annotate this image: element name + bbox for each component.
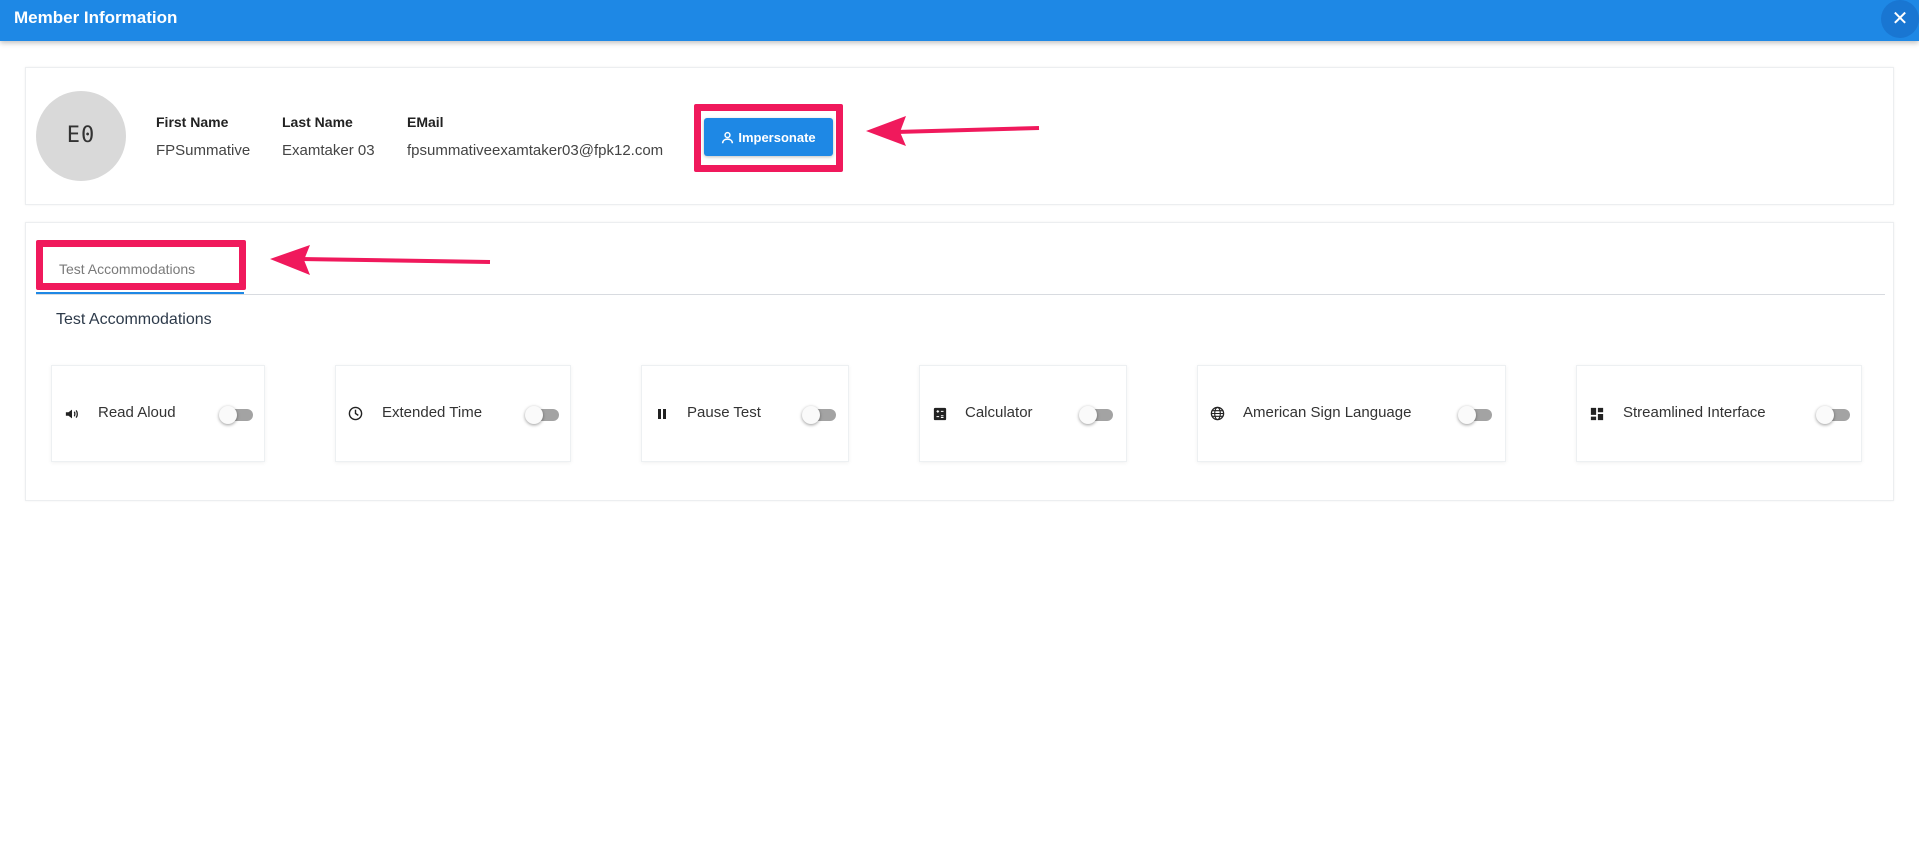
avatar: E0 (36, 91, 126, 181)
arrow-annotation (270, 245, 491, 275)
accommodation-label: Streamlined Interface (1623, 404, 1766, 421)
toggle-knob (802, 406, 820, 424)
toggle-knob (1458, 406, 1476, 424)
impersonate-button[interactable]: Impersonate (704, 118, 833, 156)
title-bar: Member Information ✕ (0, 0, 1919, 41)
tab-divider (36, 294, 1885, 295)
impersonate-label: Impersonate (738, 129, 816, 145)
accommodation-label: Extended Time (382, 404, 483, 421)
accommodation-card-pause-test: Pause Test (641, 365, 849, 462)
accommodations-title: Test Accommodations (56, 311, 212, 328)
accommodation-label: Calculator (965, 404, 1033, 421)
pause-test-toggle[interactable] (802, 406, 836, 424)
read-aloud-toggle[interactable] (219, 406, 253, 424)
pause-icon (653, 405, 670, 422)
accommodation-card-calculator: Calculator (919, 365, 1127, 462)
last-name-field: Last Name Examtaker 03 (282, 114, 375, 159)
accommodation-card-extended-time: Extended Time (335, 365, 571, 462)
calculator-toggle[interactable] (1079, 406, 1113, 424)
first-name-value: FPSummative (156, 142, 251, 159)
first-name-field: First Name FPSummative (156, 114, 250, 159)
email-label: EMail (407, 114, 444, 130)
extended-time-toggle[interactable] (525, 406, 559, 424)
accommodation-card-streamlined: Streamlined Interface (1576, 365, 1862, 462)
speaker-icon (63, 405, 80, 422)
accommodation-label: American Sign Language (1243, 404, 1412, 421)
email-field: EMail fpsummativeexamtaker03@fpk12.com (407, 114, 663, 159)
toggle-knob (219, 406, 237, 424)
accommodation-card-read-aloud: Read Aloud (51, 365, 265, 462)
streamlined-interface-toggle[interactable] (1816, 406, 1850, 424)
arrow-annotation (866, 116, 1040, 146)
globe-icon (1209, 405, 1226, 422)
close-icon: ✕ (1891, 8, 1909, 30)
dashboard-icon (1588, 405, 1605, 422)
calculator-icon (931, 405, 948, 422)
last-name-value: Examtaker 03 (282, 142, 375, 159)
toggle-knob (1079, 406, 1097, 424)
window-title: Member Information (14, 8, 178, 27)
toggle-knob (525, 406, 543, 424)
clock-icon (347, 405, 364, 422)
first-name-label: First Name (156, 114, 229, 130)
toggle-knob (1816, 406, 1834, 424)
accommodation-label: Read Aloud (98, 404, 176, 421)
accommodation-label: Pause Test (687, 404, 761, 421)
last-name-label: Last Name (282, 114, 353, 130)
close-button[interactable]: ✕ (1881, 0, 1919, 38)
tab-highlight (36, 240, 246, 290)
person-icon (722, 131, 734, 143)
email-value: fpsummativeexamtaker03@fpk12.com (407, 142, 664, 159)
asl-toggle[interactable] (1458, 406, 1492, 424)
accommodation-card-asl: American Sign Language (1197, 365, 1506, 462)
